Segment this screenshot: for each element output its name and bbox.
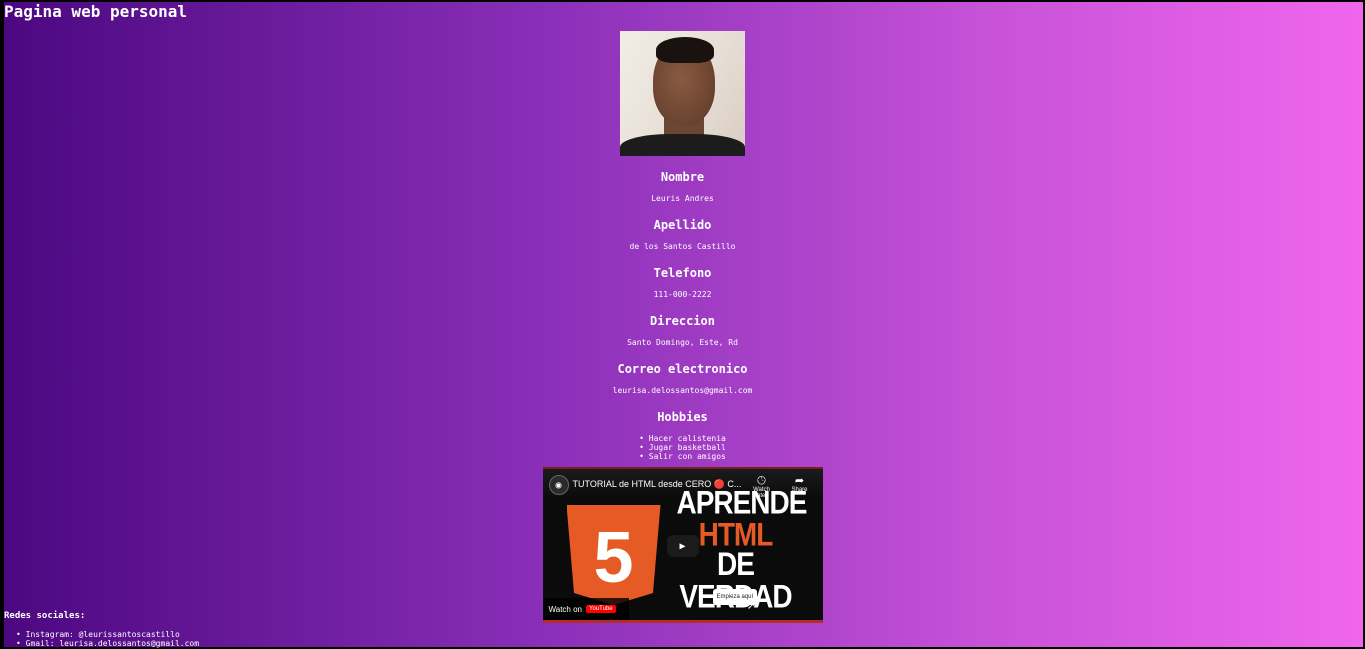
shield-number: 5: [593, 518, 634, 598]
profile-section: Nombre Leuris Andres Apellido de los San…: [0, 31, 1365, 623]
hobbies-list: Hacer calistenia Jugar basketball Salir …: [0, 434, 1365, 461]
list-item: Gmail: leurisa.delossantos@gmail.com: [16, 639, 199, 648]
watch-on-label: Watch on: [548, 604, 583, 614]
page-title: Pagina web personal: [4, 2, 188, 21]
html5-shield: 5: [566, 505, 661, 605]
cursor-icon: ➚: [747, 599, 755, 613]
address-value: Santo Domingo, Este, Rd: [627, 338, 738, 347]
watch-on-youtube-button[interactable]: Watch on YouTube: [542, 598, 629, 620]
social-list: Instagram: @leurissantoscastillo Gmail: …: [16, 630, 199, 648]
list-item: Hacer calistenia: [0, 434, 1365, 443]
youtube-logo-icon: YouTube: [586, 605, 616, 613]
surname-label: Apellido: [653, 218, 712, 232]
list-item: Instagram: @leurissantoscastillo: [16, 630, 199, 639]
list-item: Salir con amigos: [0, 452, 1365, 461]
profile-photo: [620, 31, 745, 156]
address-label: Direccion: [649, 314, 716, 328]
hobbies-label: Hobbies: [657, 410, 708, 424]
youtube-embed[interactable]: ◉ TUTORIAL de HTML desde CERO 🔴 C... 🕒︎ …: [542, 467, 823, 623]
name-label: Nombre: [660, 170, 705, 184]
phone-value: 111-000-2222: [653, 290, 712, 299]
email-label: Correo electronico: [617, 362, 748, 376]
name-value: Leuris Andres: [651, 194, 714, 203]
thumb-text-aprende: APRENDE: [676, 484, 808, 521]
email-value: leurisa.delossantos@gmail.com: [612, 386, 753, 395]
surname-value: de los Santos Castillo: [629, 242, 736, 251]
channel-avatar-icon[interactable]: ◉: [548, 475, 569, 495]
list-item: Jugar basketball: [0, 443, 1365, 452]
social-title: Redes sociales:: [4, 611, 86, 621]
phone-label: Telefono: [653, 266, 712, 280]
